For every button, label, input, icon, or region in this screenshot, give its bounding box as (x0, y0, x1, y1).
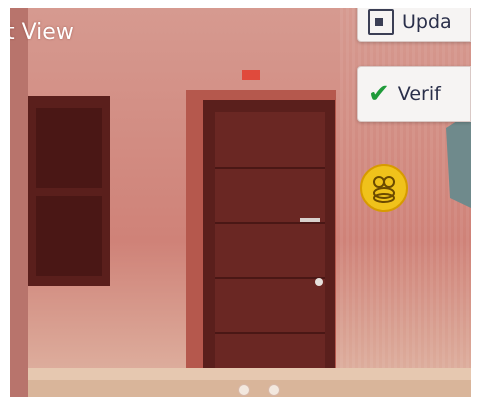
coin-icon[interactable] (360, 164, 408, 212)
coin-glyph (373, 176, 395, 203)
carousel-dot[interactable] (268, 384, 280, 396)
upload-label: Upda (402, 11, 452, 33)
verify-label: Verif (397, 83, 441, 105)
carousel-indicator (238, 384, 280, 396)
upload-icon (368, 9, 394, 35)
verify-button[interactable]: ✔ Verif (357, 66, 471, 122)
photo-viewer: t View Upda ✔ Verif (10, 8, 471, 397)
carousel-dot[interactable] (238, 384, 250, 396)
checkmark-icon: ✔ (368, 79, 390, 109)
view-title: t View (10, 20, 74, 45)
upload-button[interactable]: Upda (357, 8, 471, 42)
